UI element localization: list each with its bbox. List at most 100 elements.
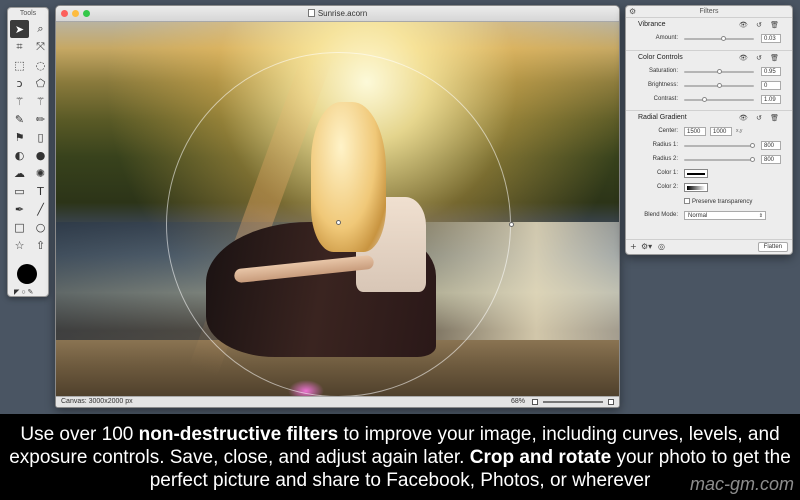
star-icon[interactable]: ☆	[10, 236, 29, 254]
saturation-field[interactable]: 0.95	[761, 67, 781, 76]
cloud-icon[interactable]: ☁	[10, 164, 29, 182]
pen-icon[interactable]: ✒	[10, 200, 29, 218]
zoom-slider[interactable]	[543, 401, 603, 403]
rect-select-icon[interactable]: ⬚	[10, 56, 29, 74]
preserve-transparency-checkbox[interactable]: Preserve transparency	[684, 198, 752, 205]
contrast-slider[interactable]	[684, 97, 754, 102]
radius1-slider[interactable]	[684, 143, 755, 148]
blur-icon[interactable]: ●	[31, 146, 50, 164]
primary-color-well[interactable]	[17, 264, 37, 284]
canvas-size-label: Canvas: 3000x2000 px	[61, 398, 133, 405]
slider-knob[interactable]	[717, 83, 722, 88]
color2-label: Color 2:	[656, 184, 678, 190]
document-icon	[307, 9, 315, 17]
color-swatch-controls[interactable]: ◤ ○ ✎	[14, 288, 33, 296]
amount-slider[interactable]	[684, 36, 754, 41]
tool-grid: ➤ ⌕ ⌗ ⤧ ⬚ ◌ ↄ ⬠ ⚚ ⚚ ✎ ✏ ⚑ ▯ ◐ ● ☁ ✺ ▭ T ✒ ╱ □ ○ ☆ ⇧	[8, 19, 48, 255]
line-icon[interactable]: ╱	[31, 200, 50, 218]
zoom-button[interactable]	[83, 10, 90, 17]
filter-name: Color Controls	[638, 54, 683, 61]
filter-actions-icons[interactable]: 👁 ↺ 🗑	[739, 51, 782, 65]
filter-name: Vibrance	[638, 21, 666, 28]
crop-icon[interactable]: ⌗	[10, 38, 29, 56]
caption-text-1: Use over 100	[20, 424, 139, 445]
tools-palette: Tools ➤ ⌕ ⌗ ⤧ ⬚ ◌ ↄ ⬠ ⚚ ⚚ ✎ ✏ ⚑ ▯ ◐ ● ☁ ✺ ▭ T ✒ ╱ □ ○ ☆ ⇧ ◤ ○ ✎	[7, 7, 49, 297]
move-icon[interactable]: ⤧	[31, 38, 50, 56]
filter-row: Color 1:	[626, 167, 792, 181]
filters-panel: ⚙ Filters Vibrance 👁 ↺ 🗑 Amount: 0.03 Co…	[625, 5, 793, 255]
slider-knob[interactable]	[720, 36, 726, 41]
radius1-field[interactable]: 800	[761, 141, 781, 150]
close-button[interactable]	[61, 10, 68, 17]
slider-knob[interactable]	[749, 157, 755, 162]
slider-knob[interactable]	[701, 97, 707, 102]
circle-icon[interactable]: ○	[31, 218, 50, 236]
center-xy-label: x,y	[736, 128, 743, 134]
radius2-slider[interactable]	[684, 157, 755, 162]
center-label: Center:	[658, 128, 678, 134]
stamp-icon[interactable]: ⚑	[10, 128, 29, 146]
flatten-button[interactable]: Flatten	[757, 242, 788, 252]
filter-header: Radial Gradient 👁 ↺ 🗑	[626, 111, 792, 125]
zoom-fit-button[interactable]	[532, 399, 538, 405]
center-x-field[interactable]: 1500	[684, 127, 706, 136]
arrow-select-icon[interactable]: ➤	[10, 20, 29, 38]
color2-well[interactable]	[684, 183, 708, 192]
pencil-icon[interactable]: ✏	[31, 110, 50, 128]
preserve-transparency-label: Preserve transparency	[692, 199, 753, 205]
contrast-label: Contrast:	[653, 96, 678, 102]
filter-actions-icons[interactable]: 👁 ↺ 🗑	[739, 18, 782, 32]
saturation-slider[interactable]	[684, 69, 754, 74]
color1-well[interactable]	[684, 169, 708, 178]
filter-vibrance: Vibrance 👁 ↺ 🗑 Amount: 0.03	[626, 18, 792, 51]
lasso-icon[interactable]: ↄ	[10, 74, 29, 92]
slider-knob[interactable]	[749, 143, 755, 148]
tools-title: Tools	[19, 10, 37, 17]
brightness-label: Brightness:	[647, 82, 678, 88]
magic-wand-icon[interactable]: ⚚	[10, 92, 29, 110]
amount-field[interactable]: 0.03	[761, 34, 781, 43]
radius2-field[interactable]: 800	[761, 155, 781, 164]
filter-row: Radius 2: 800	[626, 153, 792, 167]
filter-row: Brightness: 0	[626, 79, 792, 93]
filter-actions-icons[interactable]: 👁 ↺ 🗑	[739, 111, 782, 125]
center-handle[interactable]	[336, 220, 341, 225]
preview-icon[interactable]: ◎	[658, 242, 665, 251]
filter-color-controls: Color Controls 👁 ↺ 🗑 Saturation: 0.95 Br…	[626, 51, 792, 111]
slider-knob[interactable]	[717, 69, 722, 74]
filters-title: Filters	[699, 8, 719, 15]
contrast-field[interactable]: 1.09	[761, 95, 781, 104]
add-filter-icon[interactable]: +	[630, 242, 637, 251]
panel-gear-icon[interactable]: ⚙	[629, 6, 636, 18]
brightness-field[interactable]: 0	[761, 81, 781, 90]
brush-icon[interactable]: ✎	[10, 110, 29, 128]
saturation-label: Saturation:	[648, 68, 678, 74]
filter-name: Radial Gradient	[638, 114, 687, 121]
dodge-icon[interactable]: ◐	[10, 146, 29, 164]
zoom-icon[interactable]: ⌕	[31, 20, 50, 38]
ellipse-select-icon[interactable]: ◌	[31, 56, 50, 74]
sun-icon[interactable]: ✺	[31, 164, 50, 182]
eraser-icon[interactable]: ▯	[31, 128, 50, 146]
zoom-actual-button[interactable]	[608, 399, 614, 405]
caption-bold-2: Crop and rotate	[469, 447, 612, 468]
image-canvas[interactable]	[56, 22, 619, 398]
filters-footer: + ⚙▾ ◎ Flatten	[626, 239, 792, 254]
text-icon[interactable]: T	[31, 182, 50, 200]
radius2-label: Radius 2:	[652, 156, 678, 162]
minimize-button[interactable]	[72, 10, 79, 17]
filter-row: Center: 1500 1000 x,y	[626, 125, 792, 139]
filters-titlebar: ⚙ Filters	[626, 6, 792, 18]
brightness-slider[interactable]	[684, 83, 754, 88]
filter-row: Contrast: 1.09	[626, 93, 792, 107]
rectangle-icon[interactable]: □	[10, 218, 29, 236]
magic-wand-2-icon[interactable]: ⚚	[31, 92, 50, 110]
poly-lasso-icon[interactable]: ⬠	[31, 74, 50, 92]
arrow-shape-icon[interactable]: ⇧	[31, 236, 50, 254]
gradient-icon[interactable]: ▭	[10, 182, 29, 200]
blend-mode-select[interactable]: Normal ⇕	[684, 211, 766, 220]
filter-row: Amount: 0.03	[626, 32, 792, 46]
center-y-field[interactable]: 1000	[710, 127, 732, 136]
gear-menu-icon[interactable]: ⚙▾	[641, 242, 652, 251]
radius-handle[interactable]	[509, 222, 514, 227]
